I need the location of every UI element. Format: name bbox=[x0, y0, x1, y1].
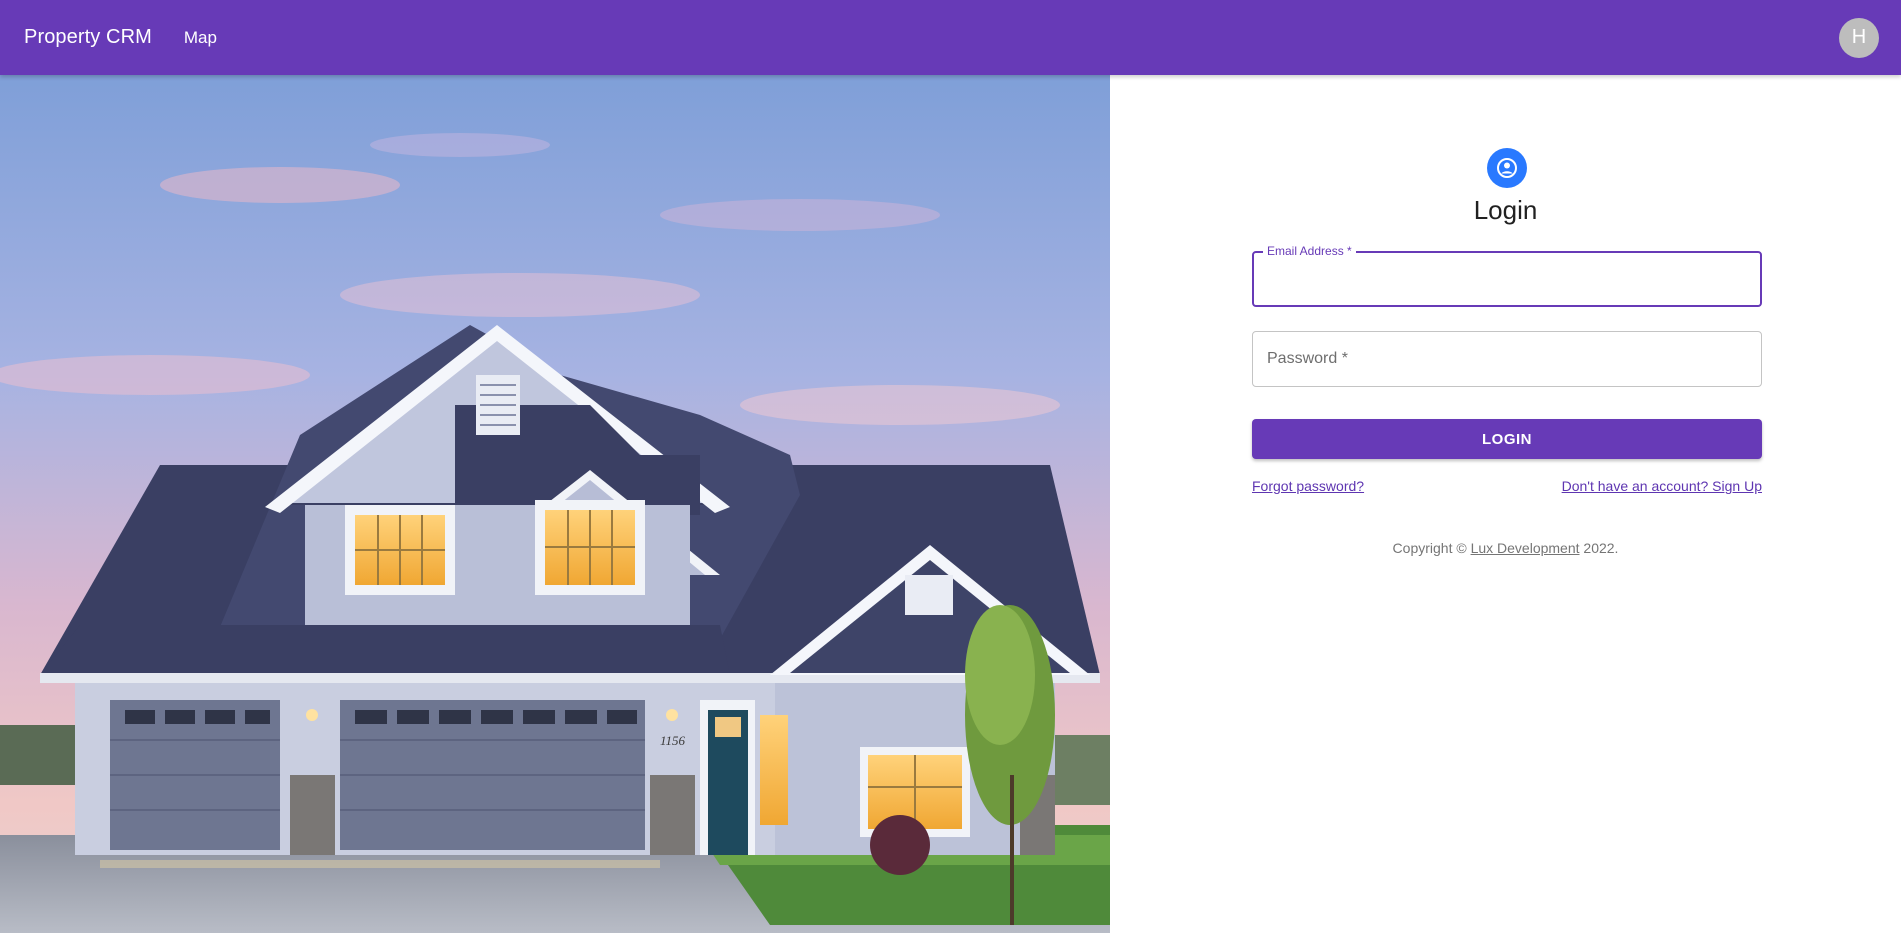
login-button[interactable]: LOGIN bbox=[1252, 419, 1762, 459]
hero-house-photo: 1156 bbox=[0, 75, 1110, 933]
user-avatar[interactable]: H bbox=[1839, 17, 1879, 58]
email-input[interactable] bbox=[1254, 253, 1760, 305]
password-input[interactable] bbox=[1253, 332, 1761, 386]
password-field[interactable] bbox=[1252, 331, 1762, 387]
company-link[interactable]: Lux Development bbox=[1471, 540, 1580, 556]
copyright-year: 2022. bbox=[1583, 540, 1619, 556]
nav-map-link[interactable]: Map bbox=[184, 28, 217, 48]
copyright-text: Copyright © Lux Development 2022. bbox=[1110, 540, 1901, 556]
account-circle-icon bbox=[1487, 148, 1527, 188]
login-panel: Login Email Address * LOGIN Forgot passw… bbox=[1110, 75, 1901, 933]
house-number: 1156 bbox=[660, 733, 686, 748]
email-field[interactable]: Email Address * bbox=[1252, 244, 1762, 307]
login-title: Login bbox=[1473, 195, 1538, 225]
email-label: Email Address * bbox=[1263, 244, 1356, 258]
sign-up-link[interactable]: Don't have an account? Sign Up bbox=[1562, 478, 1762, 494]
forgot-password-link[interactable]: Forgot password? bbox=[1252, 478, 1364, 494]
brand-title[interactable]: Property CRM bbox=[24, 26, 152, 49]
copyright-prefix: Copyright © bbox=[1392, 540, 1467, 556]
app-bar: Property CRM Map H bbox=[0, 0, 1901, 75]
